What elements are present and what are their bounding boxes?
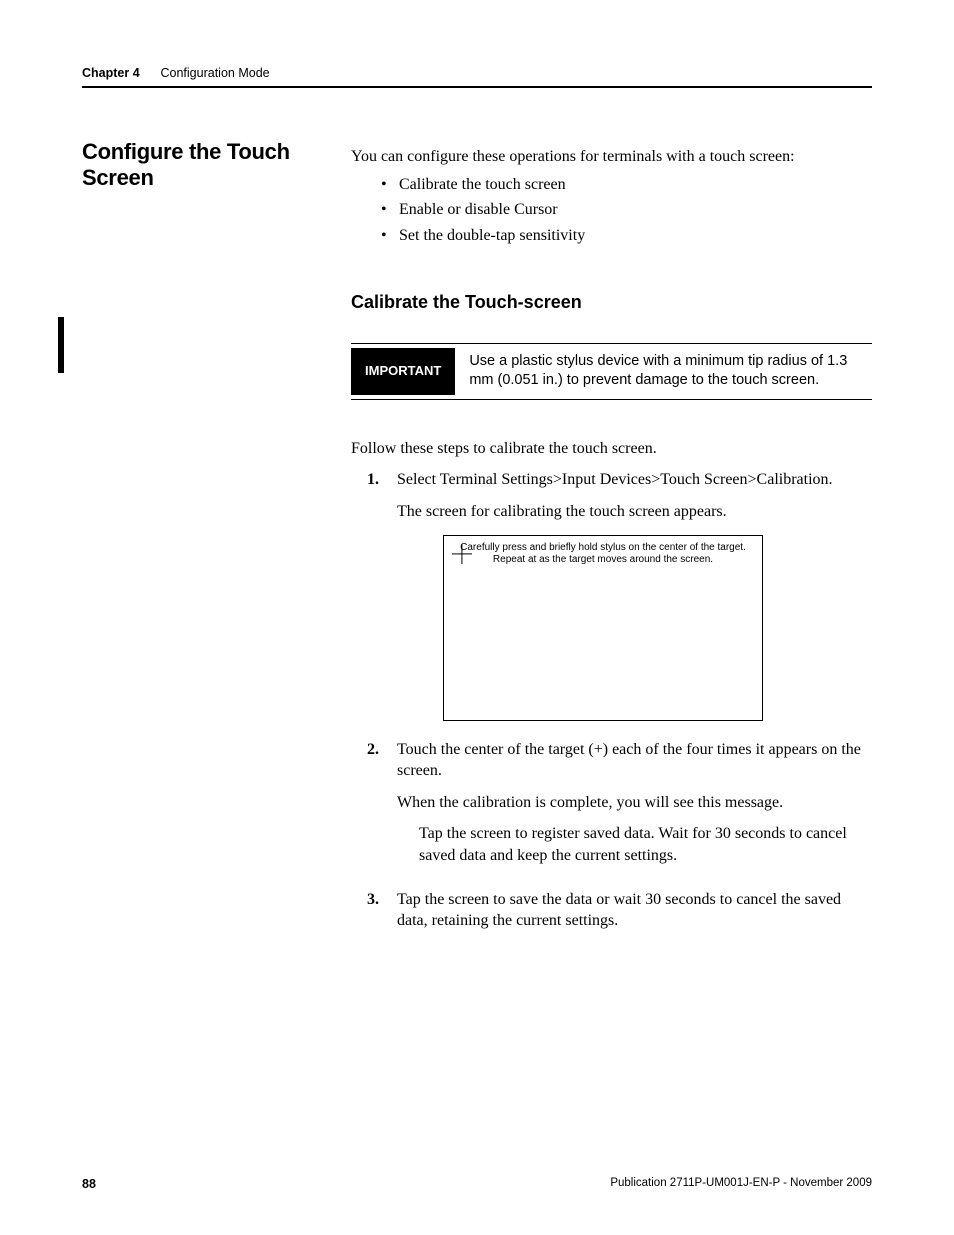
intro-text: You can configure these operations for t…: [351, 146, 872, 168]
publication-info: Publication 2711P-UM001J-EN-P - November…: [610, 1177, 872, 1191]
list-item: Set the double-tap sensitivity: [399, 225, 872, 247]
lead-in-text: Follow these steps to calibrate the touc…: [351, 438, 872, 460]
step-text: Tap the screen to save the data or wait …: [397, 889, 872, 932]
bullet-list: Calibrate the touch screen Enable or dis…: [351, 174, 872, 247]
calibration-screenshot: Carefully press and briefly hold stylus …: [443, 535, 763, 721]
step-3: Tap the screen to save the data or wait …: [351, 889, 872, 932]
target-cross-icon: [452, 544, 472, 564]
calibration-instruction-line2: Repeat at as the target moves around the…: [444, 554, 762, 566]
step-2: Touch the center of the target (+) each …: [351, 739, 872, 867]
main-column: You can configure these operations for t…: [351, 146, 872, 932]
running-header: Chapter 4 Configuration Mode: [82, 66, 872, 80]
change-bar-icon: [58, 317, 64, 373]
section-heading: Configure the Touch Screen: [82, 139, 342, 191]
page-number: 88: [82, 1177, 96, 1191]
list-item: Enable or disable Cursor: [399, 199, 872, 221]
subsection-heading: Calibrate the Touch-screen: [351, 290, 872, 314]
steps-list: Select Terminal Settings>Input Devices>T…: [351, 469, 872, 931]
step-text: Select Terminal Settings>Input Devices>T…: [397, 469, 872, 491]
page-footer: 88 Publication 2711P-UM001J-EN-P - Novem…: [82, 1177, 872, 1191]
important-label: IMPORTANT: [351, 348, 455, 395]
step-1: Select Terminal Settings>Input Devices>T…: [351, 469, 872, 720]
list-item: Calibrate the touch screen: [399, 174, 872, 196]
step-text: Touch the center of the target (+) each …: [397, 739, 872, 782]
page: Chapter 4 Configuration Mode Configure t…: [0, 0, 954, 1235]
chapter-title: Configuration Mode: [161, 66, 270, 80]
step-result: When the calibration is complete, you wi…: [397, 792, 872, 814]
calibration-instruction-line1: Carefully press and briefly hold stylus …: [444, 542, 762, 554]
step-result: The screen for calibrating the touch scr…: [397, 501, 872, 523]
important-text: Use a plastic stylus device with a minim…: [455, 344, 872, 399]
chapter-label: Chapter 4: [82, 66, 140, 80]
step-message: Tap the screen to register saved data. W…: [419, 823, 872, 866]
important-callout: IMPORTANT Use a plastic stylus device wi…: [351, 343, 872, 400]
header-rule: [82, 86, 872, 88]
